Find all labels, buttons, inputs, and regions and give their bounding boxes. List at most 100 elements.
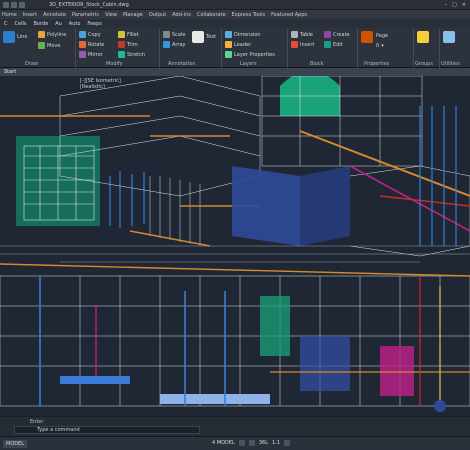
close-button[interactable]: × [462,2,466,8]
leader-tool[interactable]: Leader [225,41,251,48]
move-tool[interactable]: Move [38,42,60,49]
undo-icon[interactable] [11,1,17,8]
scale-readout[interactable]: 1:1 [272,440,280,446]
stretch-label: Stretch [127,51,146,58]
layer-properties-icon [225,51,232,58]
group-icon [417,31,429,43]
create-label: Create [333,31,350,38]
block-panel: Table Insert Create Edit Block [288,28,358,68]
layer-value: 0 [376,43,380,49]
annotation-panel-label: Annotation [168,61,196,67]
command-input[interactable]: Type a command [14,426,200,434]
file-tabs: Start [0,68,470,76]
menu-item[interactable]: C [4,21,8,27]
tab-start[interactable]: Start [4,69,16,75]
text-tool[interactable]: Text [192,31,216,43]
stretch-icon [118,51,125,58]
array-icon [163,41,170,48]
chevron-down-icon: ▾ [381,43,384,49]
menu-item[interactable]: Feeps [87,21,102,27]
insert-label: Insert [300,41,315,48]
annotation-panel: Scale Array Text Annotation [160,28,222,68]
rotate-tool[interactable]: Rotate [79,41,104,48]
minimize-button[interactable]: – [445,2,448,8]
quick-access-toolbar[interactable] [3,1,25,8]
table-label: Table [300,31,313,38]
zoom-readout: 36L [258,440,268,446]
status-tools: 4 MODEL 36L 1:1 [212,440,291,446]
menu-item[interactable]: Borde [33,21,48,27]
line-tool[interactable]: Line [3,31,27,43]
maximize-button[interactable]: □ [452,2,457,8]
tab-collaborate[interactable]: Collaborate [197,12,226,18]
redo-icon[interactable] [19,1,25,8]
insert-tool[interactable]: Insert [291,41,314,48]
trim-tool[interactable]: Trim [118,41,138,48]
copy-label: Copy [88,31,101,38]
draw-panel: Line Polyline Move Draw [0,28,76,68]
text-icon [192,31,204,43]
trim-icon [118,41,125,48]
create-tool[interactable]: Create [324,31,350,38]
polyline-tool[interactable]: Polyline [38,31,66,38]
viewport-style-label[interactable]: [Realistic] [80,84,121,90]
scale-icon [163,31,170,38]
drawing-canvas[interactable]: [-][SE Isometric] [Realistic] [0,76,470,416]
table-tool[interactable]: Table [291,31,313,38]
tab-parametric[interactable]: Parametric [72,12,99,18]
dimension-tool[interactable]: Dimension [225,31,261,38]
menu-item[interactable]: Auto [69,21,81,27]
tab-view[interactable]: View [105,12,117,18]
move-label: Move [47,42,61,49]
tab-featured[interactable]: Featured Apps [271,12,307,18]
text-label: Text [206,34,217,40]
leader-icon [225,41,232,48]
scale-label: Scale [172,31,186,38]
match-properties-icon [361,31,373,43]
navigation-compass [434,400,446,412]
settings-icon[interactable] [284,440,291,446]
scale-tool[interactable]: Scale [163,31,185,38]
viewport-controls[interactable]: [-][SE Isometric] [Realistic] [80,78,121,90]
mirror-tool[interactable]: Mirror [79,51,103,58]
edit-label: Edit [333,41,343,48]
group-tool[interactable] [417,31,429,43]
cad-drawing [0,76,470,412]
layer-selector[interactable]: 0 ▾ [376,43,384,49]
groups-panel: Groups [414,28,440,68]
tab-insert[interactable]: Insert [23,12,37,18]
line-label: Line [17,34,28,40]
line-icon [3,31,15,43]
blue-columns-left [109,171,145,228]
array-tool[interactable]: Array [163,41,185,48]
menu-item[interactable]: Au [55,21,62,27]
properties-panel: Page 0 ▾ Properties [358,28,414,68]
fillet-label: Fillet [127,31,139,38]
mirror-icon [79,51,86,58]
layers-panel-label: Layers [240,61,257,67]
tab-annotate[interactable]: Annotate [43,12,66,18]
dimension-label: Dimension [234,31,261,38]
properties-panel-label: Properties [364,61,390,67]
edit-tool[interactable]: Edit [324,41,343,48]
dimension-icon [225,31,232,38]
grid-icon[interactable] [238,440,245,446]
stretch-tool[interactable]: Stretch [118,51,145,58]
layer-properties-tool[interactable]: Layer Properties [225,51,275,58]
ribbon-tabs: Home Insert Annotate Parametric View Man… [0,10,470,19]
tab-output[interactable]: Output [149,12,166,18]
fillet-tool[interactable]: Fillet [118,31,139,38]
tab-manage[interactable]: Manage [123,12,143,18]
tab-addins[interactable]: Add-ins [172,12,191,18]
measure-tool[interactable] [443,31,455,43]
match-properties-tool[interactable] [361,31,373,43]
copy-icon [79,31,86,38]
table-icon [291,31,298,38]
copy-tool[interactable]: Copy [79,31,101,38]
model-tab[interactable]: MODEL [3,439,28,448]
save-icon[interactable] [3,1,9,8]
menu-item[interactable]: Cells [15,21,27,27]
tab-home[interactable]: Home [2,12,17,18]
tab-express[interactable]: Express Tools [232,12,265,18]
snap-icon[interactable] [248,440,255,446]
